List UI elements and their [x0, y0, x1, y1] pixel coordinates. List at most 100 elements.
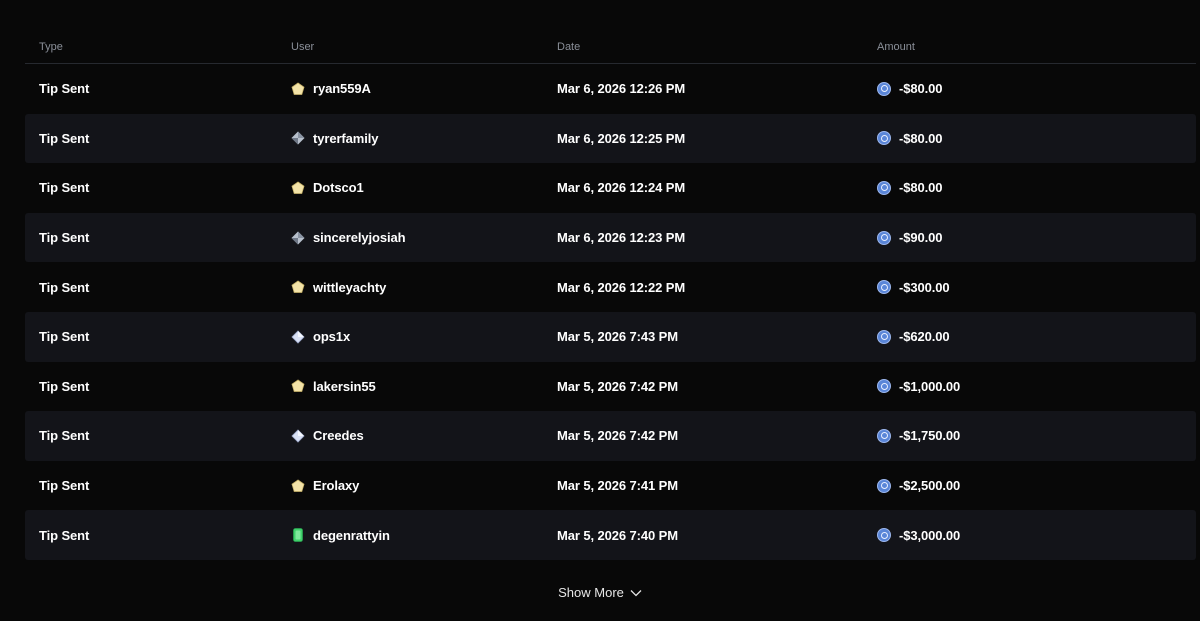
gold-rank-icon	[291, 181, 305, 195]
table-row[interactable]: Tip Sent Erolaxy Mar 5, 2026 7:41 PM -$2…	[25, 461, 1196, 511]
username: sincerelyjosiah	[313, 230, 406, 246]
coin-icon	[877, 379, 891, 394]
row-date: Mar 6, 2026 12:26 PM	[557, 81, 686, 97]
amount-value: -$80.00	[899, 130, 943, 146]
row-amount: -$90.00	[877, 230, 1196, 245]
header-user: User	[291, 40, 315, 53]
coin-icon	[877, 478, 891, 493]
row-date: Mar 6, 2026 12:22 PM	[557, 279, 686, 295]
row-amount: -$620.00	[877, 329, 1196, 344]
row-type: Tip Sent	[39, 81, 90, 97]
row-amount: -$1,000.00	[877, 379, 1196, 394]
table-row[interactable]: Tip Sent ops1x Mar 5, 2026 7:43 PM -$620…	[25, 311, 1196, 362]
row-date: Mar 5, 2026 7:42 PM	[557, 378, 678, 394]
amount-value: -$1,750.00	[899, 428, 961, 444]
row-user[interactable]: wittleyachty	[291, 280, 557, 295]
diamond-rank-icon	[291, 429, 305, 443]
username: wittleyachty	[313, 279, 387, 295]
row-type: Tip Sent	[39, 478, 90, 494]
amount-value: -$620.00	[899, 329, 950, 345]
row-date: Mar 5, 2026 7:43 PM	[557, 329, 678, 345]
table-row[interactable]: Tip Sent Creedes Mar 5, 2026 7:42 PM -$1…	[25, 411, 1196, 461]
amount-value: -$80.00	[899, 180, 943, 196]
show-more-button[interactable]: Show More	[0, 585, 1200, 600]
row-date: Mar 6, 2026 12:24 PM	[557, 180, 686, 196]
chevron-down-icon	[630, 589, 642, 596]
coin-icon	[877, 528, 891, 543]
table-body: Tip Sent ryan559A Mar 6, 2026 12:26 PM -…	[25, 64, 1196, 560]
table-row[interactable]: Tip Sent Dotsco1 Mar 6, 2026 12:24 PM -$…	[25, 163, 1196, 213]
username: ryan559A	[313, 81, 371, 97]
row-user[interactable]: Erolaxy	[291, 478, 557, 493]
coin-icon	[877, 131, 891, 146]
coin-icon	[877, 280, 891, 295]
platinum-rank-icon	[291, 131, 305, 145]
coin-icon	[877, 329, 891, 344]
row-date: Mar 5, 2026 7:40 PM	[557, 527, 678, 543]
username: ops1x	[313, 329, 351, 345]
table-row[interactable]: Tip Sent wittleyachty Mar 6, 2026 12:22 …	[25, 262, 1196, 312]
table-header: Type User Date Amount	[25, 30, 1196, 64]
gold-rank-icon	[291, 479, 305, 493]
transactions-table: Type User Date Amount Tip Sent ryan559A …	[25, 30, 1196, 560]
header-type: Type	[39, 40, 63, 53]
platinum-rank-icon	[291, 231, 305, 245]
username: tyrerfamily	[313, 130, 379, 146]
diamond-rank-icon	[291, 330, 305, 344]
gold-rank-icon	[291, 379, 305, 393]
username: lakersin55	[313, 378, 376, 394]
row-amount: -$3,000.00	[877, 528, 1196, 543]
row-amount: -$80.00	[877, 131, 1196, 146]
row-type: Tip Sent	[39, 130, 90, 146]
table-row[interactable]: Tip Sent tyrerfamily Mar 6, 2026 12:25 P…	[25, 113, 1196, 164]
row-user[interactable]: sincerelyjosiah	[291, 230, 557, 245]
table-row[interactable]: Tip Sent lakersin55 Mar 5, 2026 7:42 PM …	[25, 362, 1196, 412]
row-type: Tip Sent	[39, 378, 90, 394]
row-type: Tip Sent	[39, 230, 90, 246]
row-user[interactable]: Dotsco1	[291, 180, 557, 195]
row-amount: -$2,500.00	[877, 478, 1196, 493]
row-amount: -$300.00	[877, 280, 1196, 295]
row-user[interactable]: lakersin55	[291, 379, 557, 394]
coin-icon	[877, 428, 891, 443]
row-date: Mar 5, 2026 7:42 PM	[557, 428, 678, 444]
amount-value: -$3,000.00	[899, 527, 961, 543]
gold-rank-icon	[291, 280, 305, 294]
amount-value: -$80.00	[899, 81, 943, 97]
table-row[interactable]: Tip Sent ryan559A Mar 6, 2026 12:26 PM -…	[25, 64, 1196, 114]
row-user[interactable]: tyrerfamily	[291, 131, 557, 146]
username: Dotsco1	[313, 180, 364, 196]
row-user[interactable]: ops1x	[291, 329, 557, 344]
username: Creedes	[313, 428, 364, 444]
row-amount: -$1,750.00	[877, 428, 1196, 443]
row-type: Tip Sent	[39, 180, 90, 196]
row-date: Mar 6, 2026 12:23 PM	[557, 230, 686, 246]
coin-icon	[877, 180, 891, 195]
row-type: Tip Sent	[39, 329, 90, 345]
header-amount: Amount	[877, 40, 915, 53]
show-more-label: Show More	[558, 585, 624, 600]
amount-value: -$90.00	[899, 230, 943, 246]
username: Erolaxy	[313, 478, 360, 494]
coin-icon	[877, 230, 891, 245]
username: degenrattyin	[313, 527, 390, 543]
amount-value: -$1,000.00	[899, 378, 961, 394]
gold-rank-icon	[291, 82, 305, 96]
coin-icon	[877, 81, 891, 96]
table-row[interactable]: Tip Sent degenrattyin Mar 5, 2026 7:40 P…	[25, 510, 1196, 560]
row-type: Tip Sent	[39, 527, 90, 543]
emerald-rank-icon	[291, 528, 305, 543]
row-user[interactable]: degenrattyin	[291, 528, 557, 543]
row-user[interactable]: ryan559A	[291, 81, 557, 96]
row-amount: -$80.00	[877, 180, 1196, 195]
row-type: Tip Sent	[39, 279, 90, 295]
amount-value: -$2,500.00	[899, 478, 961, 494]
row-user[interactable]: Creedes	[291, 428, 557, 443]
table-row[interactable]: Tip Sent sincerelyjosiah Mar 6, 2026 12:…	[25, 212, 1196, 263]
header-date: Date	[557, 40, 581, 53]
row-amount: -$80.00	[877, 81, 1196, 96]
amount-value: -$300.00	[899, 279, 950, 295]
row-date: Mar 5, 2026 7:41 PM	[557, 478, 678, 494]
row-type: Tip Sent	[39, 428, 90, 444]
row-date: Mar 6, 2026 12:25 PM	[557, 130, 686, 146]
